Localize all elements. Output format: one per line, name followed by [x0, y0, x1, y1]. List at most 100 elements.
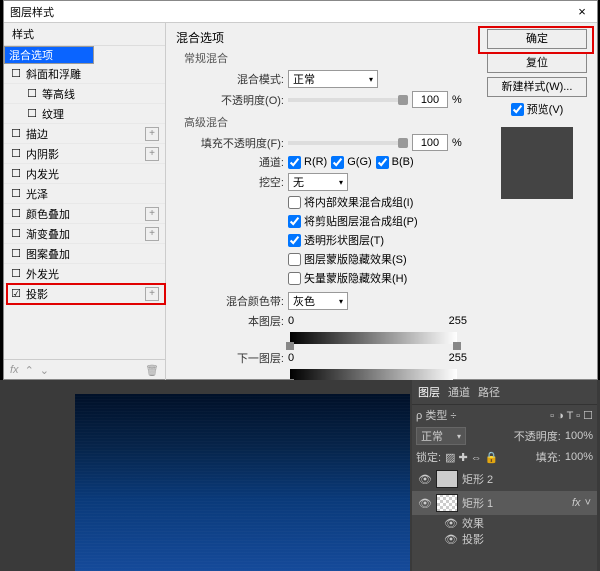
drop-shadow-row[interactable]: 👁投影 [412, 531, 597, 547]
kind-filter[interactable]: ρ 类型 ÷ [416, 407, 456, 423]
style-label: 内阴影 [26, 146, 59, 162]
style-row-4[interactable]: ☐描边+ [4, 124, 165, 144]
knockout-select[interactable]: 无▾ [288, 173, 348, 191]
add-icon[interactable]: + [145, 207, 159, 221]
opacity-value[interactable]: 100 [412, 91, 448, 108]
fx-badge[interactable]: fx [572, 497, 581, 509]
layer-opacity-value[interactable]: 100% [565, 430, 593, 442]
style-label: 等高线 [42, 86, 75, 102]
add-icon[interactable]: + [145, 227, 159, 241]
fill-opacity-label: 填充不透明度(F): [184, 135, 284, 151]
lock-label: 锁定: [416, 449, 441, 465]
channel-b-checkbox[interactable]: B(B) [376, 156, 414, 169]
visibility-icon[interactable]: 👁 [418, 473, 432, 486]
style-label: 内发光 [26, 166, 59, 182]
styles-header: 样式 [4, 23, 165, 46]
layer-thumb[interactable] [436, 494, 458, 512]
underlying-label: 下一图层: [184, 350, 284, 366]
style-row-9[interactable]: ☐渐变叠加+ [4, 224, 165, 244]
style-row-6[interactable]: ☐内发光 [4, 164, 165, 184]
fill-value[interactable]: 100 [412, 134, 448, 151]
preview-swatch [501, 127, 573, 199]
fill-value[interactable]: 100% [565, 451, 593, 463]
sidebar-footer: fx ⌃ ⌄ 🗑 [4, 359, 165, 381]
filter-icons[interactable]: ▫ ◑ T ▫ ☐ [550, 409, 593, 422]
advanced-blend-label: 高级混合 [184, 114, 467, 130]
transparency-shapes-checkbox[interactable]: 透明形状图层(T) [288, 232, 384, 248]
fill-slider[interactable] [288, 141, 408, 145]
layer-opacity-label: 不透明度: [514, 428, 561, 444]
lock-icons[interactable]: ▨ ✚ ⇔ 🔒 [445, 451, 498, 464]
channel-r-checkbox[interactable]: R(R) [288, 156, 327, 169]
chevron-up-icon[interactable]: ⌃ [25, 364, 34, 377]
layer-rect1[interactable]: 👁 矩形 1 fx ˅ [412, 491, 597, 515]
style-row-10[interactable]: ☐图案叠加 [4, 244, 165, 264]
style-label: 纹理 [42, 106, 64, 122]
interior-effects-checkbox[interactable]: 将内部效果混合成组(I) [288, 194, 413, 210]
styles-sidebar: 样式 混合选项☐斜面和浮雕☐等高线☐纹理☐描边+☐内阴影+☐内发光☐光泽☐颜色叠… [4, 23, 166, 381]
style-label: 颜色叠加 [26, 206, 70, 222]
fx-label: fx [10, 364, 19, 377]
layer-name: 矩形 1 [462, 495, 493, 511]
add-icon[interactable]: + [145, 127, 159, 141]
style-row-12[interactable]: ☑投影+ [4, 284, 165, 304]
clipped-layers-checkbox[interactable]: 将剪贴图层混合成组(P) [288, 213, 418, 229]
new-style-button[interactable]: 新建样式(W)... [487, 77, 587, 97]
style-label: 光泽 [26, 186, 48, 202]
vector-mask-hides-checkbox[interactable]: 矢量蒙版隐藏效果(H) [288, 270, 407, 286]
layers-panel: 图层 通道 路径 ρ 类型 ÷ ▫ ◑ T ▫ ☐ 正常▾ 不透明度: 100%… [412, 380, 597, 571]
chevron-down-icon[interactable]: ⌄ [40, 364, 49, 377]
cancel-button[interactable]: 复位 [487, 53, 587, 73]
this-layer-label: 本图层: [184, 313, 284, 329]
layer-rect2[interactable]: 👁 矩形 2 [412, 467, 597, 491]
add-icon[interactable]: + [145, 147, 159, 161]
this-layer-gradient[interactable] [290, 332, 457, 344]
style-row-1[interactable]: ☐斜面和浮雕 [4, 64, 165, 84]
opacity-slider[interactable] [288, 98, 408, 102]
style-row-3[interactable]: ☐纹理 [4, 104, 165, 124]
add-icon[interactable]: + [145, 287, 159, 301]
style-label: 渐变叠加 [26, 226, 70, 242]
layer-mask-hides-checkbox[interactable]: 图层蒙版隐藏效果(S) [288, 251, 407, 267]
chevron-icon[interactable]: ˅ [585, 497, 591, 509]
fill-label: 填充: [536, 449, 561, 465]
layer-thumb[interactable] [436, 470, 458, 488]
layer-style-dialog: 图层样式 × 样式 混合选项☐斜面和浮雕☐等高线☐纹理☐描边+☐内阴影+☐内发光… [3, 0, 598, 380]
blend-mode-select[interactable]: 正常▾ [288, 70, 378, 88]
style-label: 投影 [26, 286, 48, 302]
style-list: 混合选项☐斜面和浮雕☐等高线☐纹理☐描边+☐内阴影+☐内发光☐光泽☐颜色叠加+☐… [4, 46, 165, 359]
style-row-2[interactable]: ☐等高线 [4, 84, 165, 104]
channels-label: 通道: [184, 154, 284, 170]
style-label: 斜面和浮雕 [26, 66, 81, 82]
opacity-label: 不透明度(O): [184, 92, 284, 108]
ok-button[interactable]: 确定 [487, 29, 587, 49]
panel-heading: 混合选项 [176, 29, 467, 46]
style-row-11[interactable]: ☐外发光 [4, 264, 165, 284]
blend-mode-label: 混合模式: [184, 71, 284, 87]
style-row-8[interactable]: ☐颜色叠加+ [4, 204, 165, 224]
style-label: 混合选项 [9, 47, 53, 63]
blendif-select[interactable]: 灰色▾ [288, 292, 348, 310]
style-row-0[interactable]: 混合选项 [4, 46, 94, 64]
canvas[interactable] [75, 394, 410, 571]
style-row-5[interactable]: ☐内阴影+ [4, 144, 165, 164]
tab-paths[interactable]: 路径 [478, 384, 500, 400]
knockout-label: 挖空: [184, 174, 284, 190]
style-row-7[interactable]: ☐光泽 [4, 184, 165, 204]
close-icon[interactable]: × [573, 4, 591, 19]
preview-checkbox[interactable]: 预览(V) [511, 101, 564, 117]
visibility-icon[interactable]: 👁 [418, 497, 432, 510]
effects-row[interactable]: 👁效果 [412, 515, 597, 531]
layer-name: 矩形 2 [462, 471, 493, 487]
tab-layers[interactable]: 图层 [418, 384, 440, 400]
dialog-title: 图层样式 [10, 4, 573, 20]
tab-channels[interactable]: 通道 [448, 384, 470, 400]
titlebar: 图层样式 × [4, 1, 597, 23]
normal-blend-label: 常规混合 [184, 50, 467, 66]
layer-blend-select[interactable]: 正常▾ [416, 427, 466, 445]
trash-icon[interactable]: 🗑 [145, 364, 159, 377]
blend-options-panel: 混合选项 常规混合 混合模式: 正常▾ 不透明度(O): 100 % 高级混合 … [166, 23, 477, 381]
channel-g-checkbox[interactable]: G(G) [331, 156, 371, 169]
blendif-label: 混合颜色带: [184, 293, 284, 309]
style-label: 图案叠加 [26, 246, 70, 262]
